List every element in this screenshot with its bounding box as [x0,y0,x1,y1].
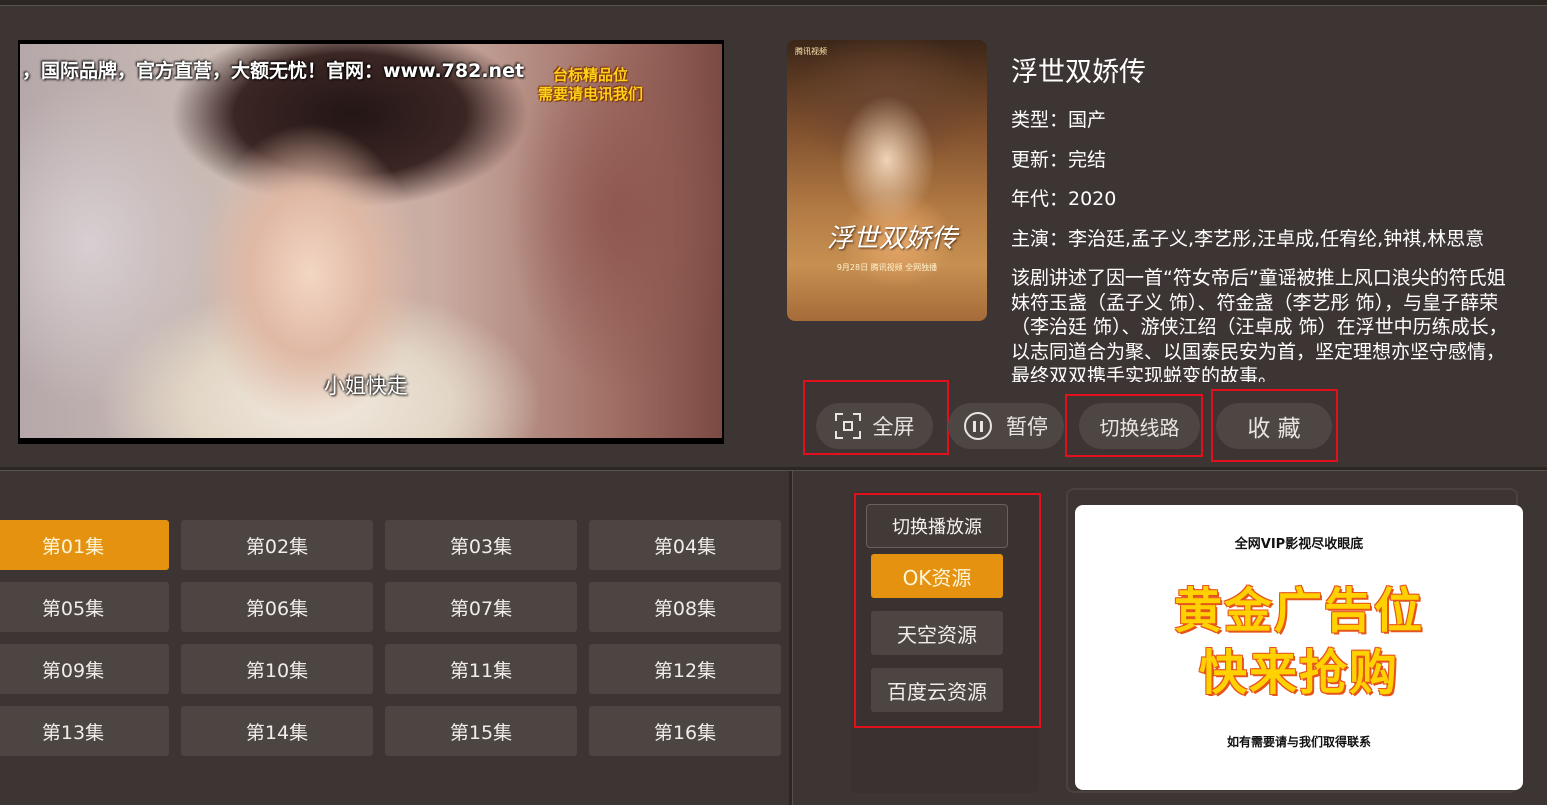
description: 该剧讲述了因一首“符女帝后”童谣被推上风口浪尖的符氏姐妹符玉盏（孟子义 饰）、符… [1011,267,1508,382]
source-item-baiduyun[interactable]: 百度云资源 [871,668,1003,712]
pause-label: 暂停 [1006,415,1048,439]
episode-item[interactable]: 第09集 [0,644,169,694]
poster-logo: 腾讯视频 [795,47,827,56]
ad-bottom-text: 如有需要请与我们取得联系 [1226,735,1371,749]
episode-item[interactable]: 第10集 [181,644,373,694]
episode-item[interactable]: 第01集 [0,520,169,570]
source-item-ok[interactable]: OK资源 [871,554,1003,598]
ad-card[interactable]: 全网VIP影视尽收眼底 黄金广告位 快来抢购 如有需要请与我们取得联系 [1075,505,1523,790]
episode-item[interactable]: 第11集 [385,644,577,694]
episode-item[interactable]: 第05集 [0,582,169,632]
info-cast: 主演：李治廷,孟子义,李艺彤,汪卓成,任宥纶,钟祺,林思意 [1011,228,1485,250]
episode-item[interactable]: 第07集 [385,582,577,632]
ad-line2: 快来抢购 [1198,645,1399,701]
horizontal-divider [0,467,1547,471]
episode-item[interactable]: 第16集 [589,706,781,756]
video-player[interactable]: ，国际品牌，官方直营，大额无忧！官网：www.782.net 台标精品位 需要请… [18,40,724,444]
info-year: 年代：2020 [1011,188,1117,210]
poster-date: 9月28日 腾讯视频 全网独播 [836,263,938,272]
video-subtitle: 小姐快走 [324,374,408,398]
episode-item[interactable]: 第08集 [589,582,781,632]
episode-item[interactable]: 第04集 [589,520,781,570]
vertical-divider [789,471,793,805]
switch-line-label: 切换线路 [1099,415,1180,440]
video-ad-slot: 台标精品位 需要请电讯我们 [538,66,643,104]
top-divider [0,0,1547,6]
ad-top-text: 全网VIP影视尽收眼底 [1234,537,1364,552]
favorite-button[interactable]: 收 藏 [1216,403,1332,449]
pause-button[interactable]: 暂停 [948,403,1064,449]
episode-item[interactable]: 第06集 [181,582,373,632]
episode-item[interactable]: 第12集 [589,644,781,694]
source-item-tiankong[interactable]: 天空资源 [871,611,1003,655]
episode-item[interactable]: 第02集 [181,520,373,570]
favorite-label: 收 藏 [1247,416,1301,442]
info-type: 类型：国产 [1011,109,1107,131]
video-ad-slot-line1: 台标精品位 [553,66,629,84]
pause-icon [964,412,992,440]
episode-item[interactable]: 第15集 [385,706,577,756]
fullscreen-button[interactable]: 全屏 [816,403,933,449]
show-title: 浮世双娇传 [1011,57,1146,88]
episode-item[interactable]: 第13集 [0,706,169,756]
episode-item[interactable]: 第03集 [385,520,577,570]
poster-title-art: 浮世双娇传 [827,224,958,254]
info-update: 更新：完结 [1011,149,1107,171]
video-ad-slot-line2: 需要请电讯我们 [538,85,644,103]
ad-line1: 黄金广告位 [1173,583,1424,639]
fullscreen-label: 全屏 [872,415,915,439]
switch-source-header[interactable]: 切换播放源 [866,504,1008,548]
switch-line-button[interactable]: 切换线路 [1079,403,1200,449]
poster-image: 腾讯视频 浮世双娇传 9月28日 腾讯视频 全网独播 [787,40,987,321]
episode-item[interactable]: 第14集 [181,706,373,756]
fullscreen-icon [834,413,861,439]
video-ad-banner: ，国际品牌，官方直营，大额无忧！官网：www.782.net [22,60,525,82]
